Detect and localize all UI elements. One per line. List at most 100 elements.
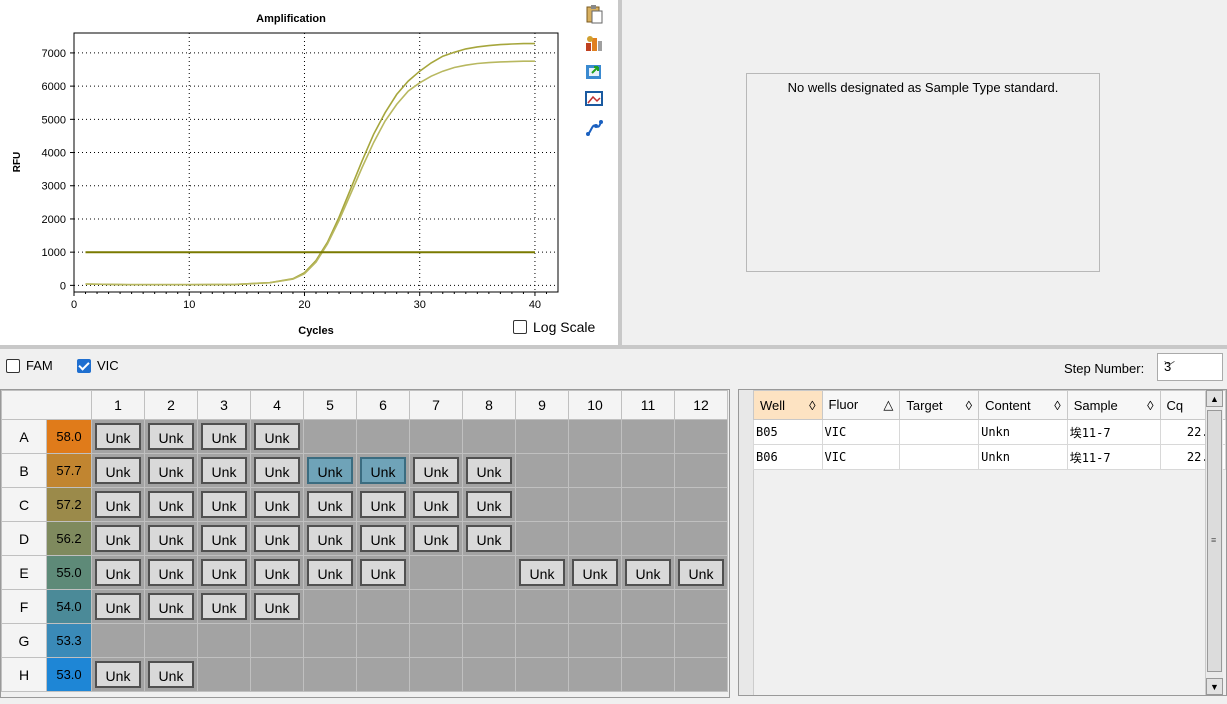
well-content[interactable]: Unk [254, 457, 300, 484]
plate-well[interactable]: Unk [356, 487, 410, 522]
well-content[interactable]: Unk [360, 559, 406, 586]
plate-well[interactable] [674, 521, 728, 556]
plate-well[interactable]: Unk [356, 555, 410, 590]
plate-well[interactable] [515, 487, 569, 522]
amplification-curve-1[interactable] [85, 42, 536, 286]
fluor-vic-toggle[interactable]: VIC [77, 358, 119, 373]
plate-well[interactable] [515, 419, 569, 454]
step-number-select[interactable]: 3 ﹀ [1157, 353, 1223, 381]
plate-well[interactable]: Unk [197, 589, 251, 624]
table-cell[interactable]: Unkn [978, 419, 1068, 445]
plate-well[interactable] [250, 623, 304, 658]
plate-well[interactable] [568, 657, 622, 692]
plate-well[interactable]: Unk [250, 453, 304, 488]
plate-well[interactable]: Unk [303, 453, 357, 488]
plate-column-header[interactable]: 10 [568, 390, 622, 420]
plate-well[interactable]: Unk [303, 487, 357, 522]
plate-well[interactable] [409, 657, 463, 692]
plate-well[interactable]: Unk [197, 521, 251, 556]
plate-well[interactable]: Unk [197, 453, 251, 488]
results-column-sample[interactable]: Sample ◊ [1066, 390, 1161, 420]
plate-well[interactable]: Unk [144, 589, 198, 624]
plate-well[interactable]: Unk [91, 555, 145, 590]
results-column-content[interactable]: Content ◊ [978, 390, 1068, 420]
well-content[interactable]: Unk [148, 423, 194, 450]
plate-column-header[interactable]: 4 [250, 390, 304, 420]
scrollbar-thumb[interactable]: ≡ [1207, 410, 1222, 672]
well-content-selected[interactable]: Unk [307, 457, 353, 484]
plate-well[interactable] [621, 589, 675, 624]
well-content-selected[interactable]: Unk [360, 457, 406, 484]
results-column-well[interactable]: Well ◊ [753, 390, 823, 420]
plate-corner[interactable] [1, 390, 92, 420]
well-content[interactable]: Unk [678, 559, 724, 586]
well-content[interactable]: Unk [201, 559, 247, 586]
plate-well[interactable] [197, 623, 251, 658]
well-content[interactable]: Unk [148, 457, 194, 484]
plate-well[interactable]: Unk [250, 589, 304, 624]
plate-well[interactable] [462, 555, 516, 590]
well-content[interactable]: Unk [466, 491, 512, 518]
plate-well[interactable] [674, 487, 728, 522]
plate-row-header[interactable]: A [1, 419, 47, 454]
plate-well[interactable]: Unk [197, 487, 251, 522]
fam-checkbox[interactable] [6, 358, 20, 373]
plate-well[interactable]: Unk [250, 555, 304, 590]
plate-well[interactable] [515, 623, 569, 658]
well-content[interactable]: Unk [307, 525, 353, 552]
plate-well[interactable] [674, 657, 728, 692]
well-content[interactable]: Unk [201, 491, 247, 518]
plate-well[interactable] [462, 623, 516, 658]
well-content[interactable]: Unk [201, 423, 247, 450]
plate-well[interactable] [568, 589, 622, 624]
plate-well[interactable]: Unk [197, 419, 251, 454]
plate-well[interactable] [303, 589, 357, 624]
plate-well[interactable]: Unk [621, 555, 675, 590]
plate-well[interactable]: Unk [91, 453, 145, 488]
table-cell[interactable]: VIC [821, 444, 901, 470]
well-content[interactable]: Unk [254, 559, 300, 586]
well-content[interactable]: Unk [148, 559, 194, 586]
chart-export-icon[interactable] [584, 33, 604, 53]
plate-well[interactable] [356, 623, 410, 658]
well-content[interactable]: Unk [95, 559, 141, 586]
plate-well[interactable] [462, 657, 516, 692]
well-content[interactable]: Unk [95, 525, 141, 552]
well-content[interactable]: Unk [413, 457, 459, 484]
log-scale-toggle[interactable]: Log Scale [513, 319, 595, 335]
plate-well[interactable] [409, 623, 463, 658]
table-cell[interactable]: B06 [753, 444, 823, 470]
plate-well[interactable] [409, 555, 463, 590]
curve-icon[interactable] [584, 118, 604, 138]
plate-well[interactable] [621, 487, 675, 522]
plate-column-header[interactable]: 3 [197, 390, 251, 420]
plate-well[interactable] [303, 419, 357, 454]
plate-well[interactable]: Unk [356, 521, 410, 556]
table-cell[interactable]: 埃11-7 [1066, 419, 1161, 445]
plate-row-header[interactable]: E [1, 555, 47, 590]
scroll-down-icon[interactable]: ▼ [1206, 678, 1223, 695]
well-content[interactable]: Unk [413, 525, 459, 552]
well-content[interactable]: Unk [201, 593, 247, 620]
plate-well[interactable] [409, 589, 463, 624]
well-content[interactable]: Unk [95, 661, 141, 688]
plate-well[interactable]: Unk [91, 487, 145, 522]
table-cell[interactable]: VIC [821, 419, 901, 445]
plate-well[interactable] [356, 419, 410, 454]
plate-well[interactable]: Unk [303, 555, 357, 590]
plate-well[interactable]: Unk [303, 521, 357, 556]
sort-icon[interactable]: ◊ [1147, 398, 1153, 413]
amplification-curve-2[interactable] [85, 60, 536, 286]
well-content[interactable]: Unk [254, 525, 300, 552]
plate-well[interactable] [462, 419, 516, 454]
plate-column-header[interactable]: 9 [515, 390, 569, 420]
well-content[interactable]: Unk [360, 525, 406, 552]
plate-well[interactable] [674, 419, 728, 454]
plate-well[interactable]: Unk [91, 521, 145, 556]
plate-well[interactable]: Unk [144, 487, 198, 522]
plate-column-header[interactable]: 1 [91, 390, 145, 420]
scroll-up-icon[interactable]: ▲ [1206, 390, 1223, 407]
table-row[interactable]: B05VICUnkn埃11-722.05 [753, 419, 1226, 445]
plate-well[interactable]: Unk [515, 555, 569, 590]
plate-well[interactable] [674, 623, 728, 658]
